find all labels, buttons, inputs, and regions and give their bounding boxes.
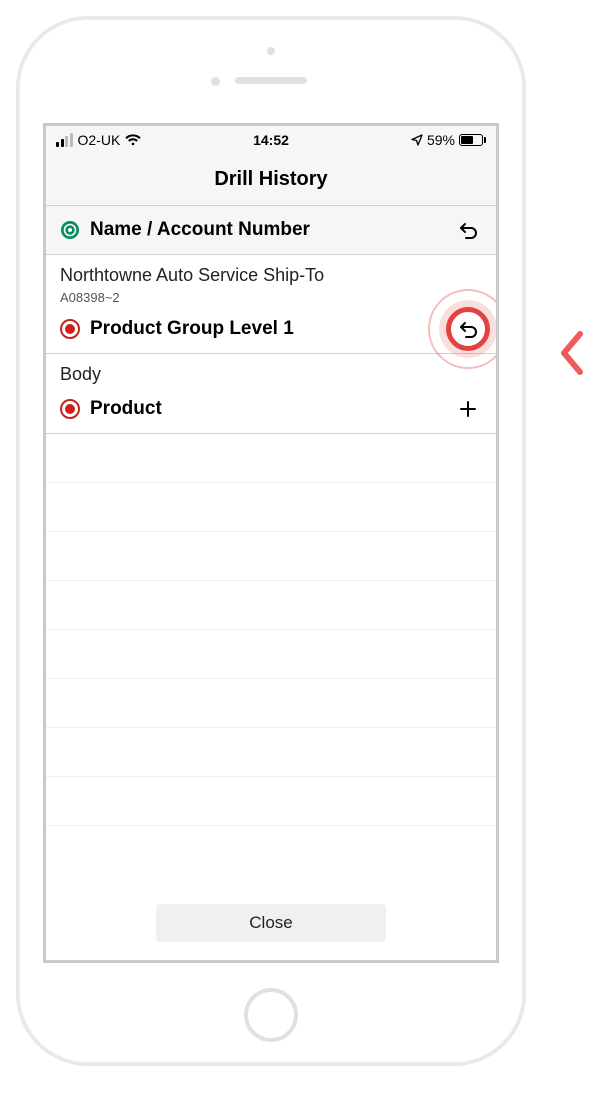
home-button[interactable] (244, 988, 298, 1042)
wifi-icon (125, 134, 141, 146)
screen: O2-UK 14:52 59% Drill History (43, 123, 499, 963)
drill-row-product[interactable]: Body Product (46, 354, 496, 434)
status-bar: O2-UK 14:52 59% (46, 126, 496, 154)
clock: 14:52 (253, 132, 289, 148)
sensor-dot (211, 77, 220, 86)
row-label: Product (90, 398, 444, 420)
battery-percent: 59% (427, 132, 455, 148)
status-left: O2-UK (56, 132, 253, 148)
camera-dot (267, 47, 275, 55)
record-icon (60, 399, 80, 419)
phone-bezel-bottom (19, 967, 523, 1063)
carrier-label: O2-UK (78, 132, 121, 148)
undo-button[interactable] (454, 315, 482, 343)
row-label: Name / Account Number (90, 219, 444, 241)
drill-row-product-group[interactable]: Northtowne Auto Service Ship-To A08398~2… (46, 255, 496, 354)
drill-row-name-account[interactable]: Name / Account Number (46, 206, 496, 255)
undo-button[interactable] (454, 216, 482, 244)
phone-frame: O2-UK 14:52 59% Drill History (16, 16, 526, 1066)
phone-bezel-top (19, 19, 523, 109)
speaker-slot (235, 77, 307, 84)
row-label: Product Group Level 1 (90, 318, 444, 340)
row-context: Northtowne Auto Service Ship-To (60, 265, 482, 286)
record-icon (60, 319, 80, 339)
target-icon (60, 220, 80, 240)
empty-list-area (46, 434, 496, 894)
page-title: Drill History (46, 154, 496, 206)
location-icon (411, 134, 423, 146)
drill-list: Name / Account Number Northtowne Auto Se… (46, 206, 496, 960)
row-context: Body (60, 364, 482, 385)
row-subtext: A08398~2 (60, 290, 482, 305)
callout-arrow-icon (551, 323, 591, 383)
close-button[interactable]: Close (156, 904, 386, 942)
add-button[interactable] (454, 395, 482, 423)
battery-icon (459, 134, 486, 146)
signal-icon (56, 133, 73, 147)
footer-bar: Close (46, 894, 496, 960)
status-right: 59% (289, 132, 486, 148)
